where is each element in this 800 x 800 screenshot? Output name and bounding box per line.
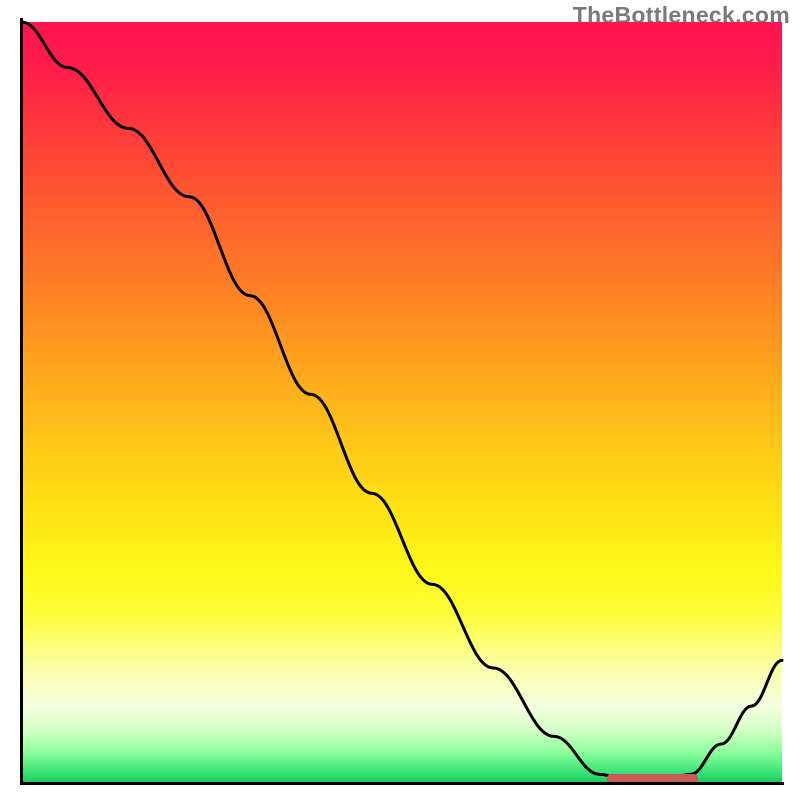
chart-container: TheBottleneck.com	[0, 0, 800, 800]
plot-area	[22, 22, 782, 782]
x-axis	[20, 782, 784, 785]
y-axis	[20, 18, 23, 784]
bottleneck-curve	[22, 22, 782, 782]
